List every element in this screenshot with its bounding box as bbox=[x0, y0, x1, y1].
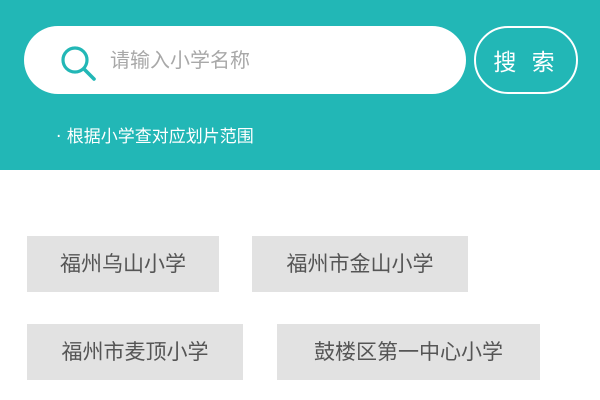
search-box[interactable] bbox=[24, 26, 466, 94]
search-button[interactable]: 搜 索 bbox=[474, 26, 578, 94]
search-icon bbox=[61, 46, 96, 81]
school-tag-maiding[interactable]: 福州市麦顶小学 bbox=[27, 324, 243, 380]
search-header: 搜 索 · 根据小学查对应划片范围 bbox=[0, 0, 600, 170]
search-input[interactable] bbox=[110, 26, 450, 94]
school-tag-wushan[interactable]: 福州乌山小学 bbox=[27, 236, 219, 292]
school-tag-gulou-no1[interactable]: 鼓楼区第一中心小学 bbox=[277, 324, 540, 380]
search-hint-text: · 根据小学查对应划片范围 bbox=[56, 127, 254, 147]
school-tag-jinshan[interactable]: 福州市金山小学 bbox=[252, 236, 468, 292]
